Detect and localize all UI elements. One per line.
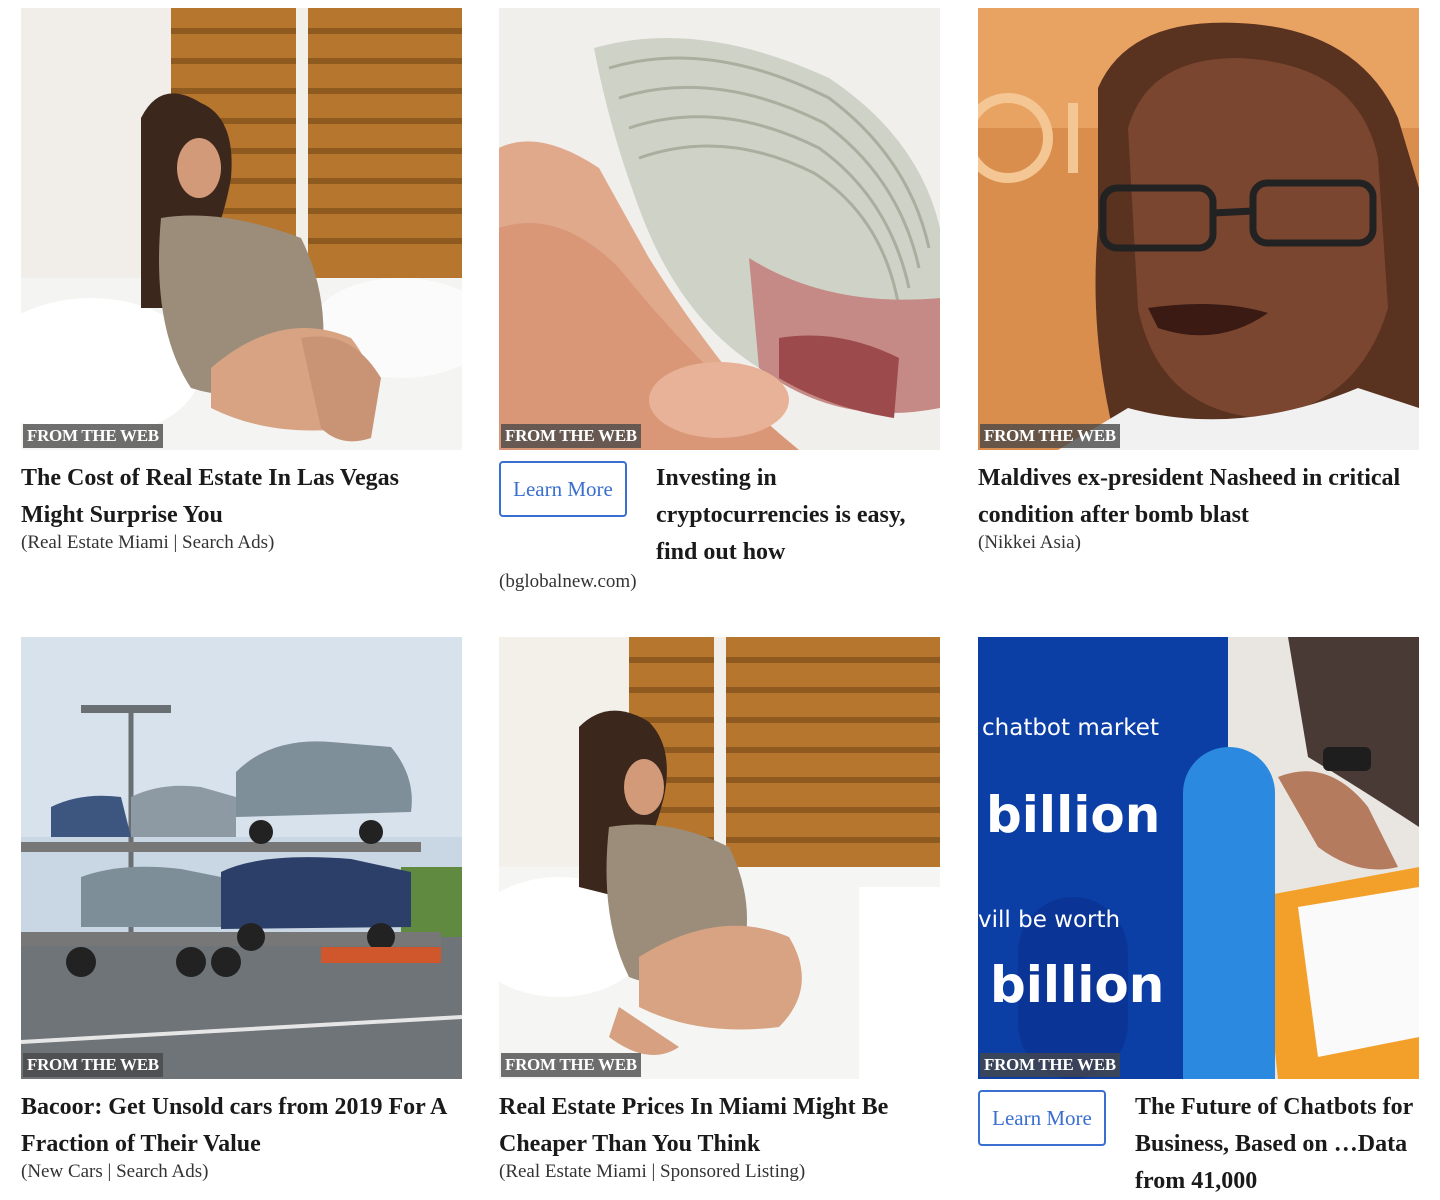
ad-card-2[interactable]: FROM THE WEB Learn More Investing in cry… — [499, 8, 940, 593]
ad-image-woman-on-sofa-2[interactable]: FROM THE WEB — [499, 637, 940, 1079]
ad-card-1[interactable]: FROM THE WEB The Cost of Real Estate In … — [21, 8, 462, 554]
promo-row: Learn More The Future of Chatbots for Bu… — [978, 1090, 1419, 1200]
ad-card-4[interactable]: FROM THE WEB Bacoor: Get Unsold cars fro… — [21, 637, 462, 1183]
ad-source: (bglobalnew.com) — [499, 571, 637, 592]
promo-row: Learn More Investing in cryptocurrencies… — [499, 461, 940, 571]
ad-image-chatbot[interactable]: chatbot market billion vill be worth bil… — [978, 637, 1419, 1079]
ad-source: (Real Estate Miami | Search Ads) — [21, 532, 275, 553]
ad-image-nasheed[interactable]: FROM THE WEB — [978, 8, 1419, 450]
ad-title[interactable]: Maldives ex-president Nasheed in critica… — [978, 460, 1419, 534]
ad-title[interactable]: The Cost of Real Estate In Las Vegas Mig… — [21, 460, 462, 534]
learn-more-button[interactable]: Learn More — [978, 1090, 1106, 1146]
chatbot-market-graphic: chatbot market billion vill be worth bil… — [978, 637, 1419, 1079]
from-the-web-badge: FROM THE WEB — [23, 424, 163, 448]
ad-source: (Nikkei Asia) — [978, 532, 1081, 553]
chatbot-line4: billion — [990, 956, 1164, 1014]
from-the-web-badge: FROM THE WEB — [501, 1053, 641, 1077]
from-the-web-badge: FROM THE WEB — [980, 424, 1120, 448]
ad-card-6[interactable]: chatbot market billion vill be worth bil… — [978, 637, 1419, 1200]
ad-title[interactable]: Bacoor: Get Unsold cars from 2019 For A … — [21, 1089, 462, 1163]
ad-title[interactable]: The Future of Chatbots for Business, Bas… — [1135, 1089, 1419, 1200]
chatbot-line1: chatbot market — [982, 715, 1159, 741]
ad-image-money-stack[interactable]: FROM THE WEB — [499, 8, 940, 450]
woman-sofa-photo — [499, 637, 940, 1079]
ad-card-3[interactable]: FROM THE WEB Maldives ex-president Nashe… — [978, 8, 1419, 554]
car-carrier-photo — [21, 637, 462, 1079]
ad-title[interactable]: Real Estate Prices In Miami Might Be Che… — [499, 1089, 940, 1163]
from-the-web-badge: FROM THE WEB — [23, 1053, 163, 1077]
ad-source: (Real Estate Miami | Sponsored Listing) — [499, 1161, 806, 1182]
from-the-web-badge: FROM THE WEB — [501, 424, 641, 448]
ad-title[interactable]: Investing in cryptocurrencies is easy, f… — [656, 460, 940, 571]
ad-image-woman-on-sofa[interactable]: FROM THE WEB — [21, 8, 462, 450]
woman-sofa-photo — [21, 8, 462, 450]
cash-stack-photo — [499, 8, 940, 450]
ad-source: (New Cars | Search Ads) — [21, 1161, 209, 1182]
ad-image-car-carrier[interactable]: FROM THE WEB — [21, 637, 462, 1079]
learn-more-button[interactable]: Learn More — [499, 461, 627, 517]
chatbot-line3: vill be worth — [978, 907, 1120, 933]
man-portrait-photo — [978, 8, 1419, 450]
from-the-web-badge: FROM THE WEB — [980, 1053, 1120, 1077]
ad-card-5[interactable]: FROM THE WEB Real Estate Prices In Miami… — [499, 637, 940, 1183]
chatbot-line2: billion — [986, 786, 1160, 844]
